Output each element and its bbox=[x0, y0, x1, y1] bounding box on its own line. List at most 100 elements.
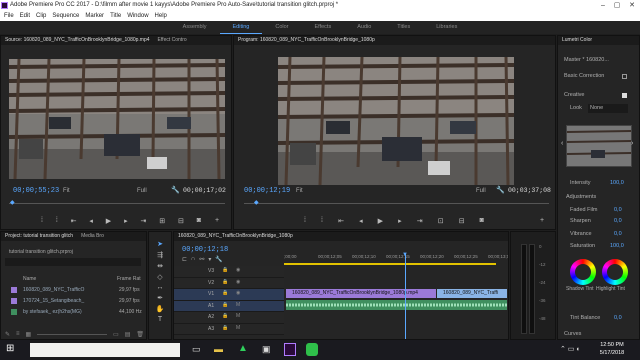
video-clip-2[interactable]: 160820_089_NYC_Traffi bbox=[437, 289, 507, 298]
pen-icon[interactable]: ✎ bbox=[5, 331, 10, 338]
lift-icon[interactable]: ⊡ bbox=[438, 217, 444, 225]
menu-item-sequence[interactable]: Sequence bbox=[52, 11, 79, 21]
program-monitor-tab[interactable]: Program: 160820_089_NYC_TrafficOnBrookly… bbox=[234, 36, 555, 45]
look-next-icon[interactable]: › bbox=[631, 140, 633, 147]
highlight-tint-wheel[interactable] bbox=[602, 259, 628, 285]
source-playhead-icon[interactable]: ◆ bbox=[10, 199, 15, 206]
start-icon[interactable]: ⊞ bbox=[6, 343, 14, 354]
pen-tool-icon[interactable]: ✒ bbox=[157, 294, 163, 302]
program-add-button-icon[interactable]: + bbox=[540, 217, 544, 224]
taskbar-time[interactable]: 12:50 PM bbox=[592, 342, 632, 348]
extract-icon[interactable]: ⊟ bbox=[459, 217, 465, 225]
video-clip-1[interactable]: 160820_089_NYC_TrafficOnBrooklynBridge_1… bbox=[286, 289, 436, 298]
source-fit-select[interactable]: Fit bbox=[63, 188, 70, 194]
program-fit-select[interactable]: Fit bbox=[296, 188, 303, 194]
media-icon[interactable]: ▣ bbox=[262, 344, 271, 355]
track-lock-icon[interactable]: 🔒 bbox=[222, 279, 228, 285]
project-item[interactable]: by stefsaek_ ez(h2hs(MG) 44,100 Hz bbox=[1, 307, 148, 318]
lumetri-master-select[interactable]: Master * 160820... bbox=[564, 56, 609, 65]
curves-section[interactable]: Curves bbox=[564, 331, 581, 337]
menu-item-window[interactable]: Window bbox=[127, 11, 148, 21]
track-lock-icon[interactable]: 🔒 bbox=[222, 267, 228, 273]
new-item-icon[interactable]: ▤ bbox=[125, 331, 131, 338]
taskbar-date[interactable]: 5/17/2018 bbox=[592, 350, 632, 356]
frame-forward-icon[interactable]: ▸ bbox=[124, 217, 128, 225]
menu-item-help[interactable]: Help bbox=[155, 11, 167, 21]
list-view-icon[interactable]: ≡ bbox=[16, 331, 20, 338]
file-explorer-icon[interactable]: ▬ bbox=[214, 344, 223, 354]
selection-tool-icon[interactable]: ➤ bbox=[157, 240, 163, 248]
premiere-taskbar-icon[interactable] bbox=[284, 343, 296, 356]
track-select-tool-icon[interactable]: ⇶ bbox=[157, 251, 163, 259]
basic-correction-section[interactable]: Basic Correction bbox=[564, 72, 604, 81]
sequence-tab[interactable]: 160820_089_NYC_TrafficOnBrooklynBridge_1… bbox=[174, 232, 508, 241]
saturation-value[interactable]: 100,0 bbox=[610, 243, 624, 249]
tint-balance-value[interactable]: 0,0 bbox=[614, 315, 622, 321]
overwrite-icon[interactable]: ⊟ bbox=[178, 217, 184, 225]
track-lock-icon[interactable]: 🔒 bbox=[222, 302, 228, 308]
project-search-input[interactable] bbox=[5, 258, 141, 266]
track-header-v2[interactable]: V2 🔒 ◉ bbox=[174, 277, 284, 289]
program-step-forward-icon[interactable]: ⇥ bbox=[417, 217, 423, 225]
program-playhead-icon[interactable]: ◆ bbox=[254, 199, 259, 206]
basic-correction-checkbox[interactable] bbox=[622, 74, 627, 79]
intensity-value[interactable]: 100,0 bbox=[610, 180, 624, 186]
taskbar-search-box[interactable] bbox=[30, 343, 180, 357]
track-header-v3[interactable]: V3 🔒 ◉ bbox=[174, 266, 284, 278]
mark-out-icon[interactable]: ⁞ bbox=[56, 217, 58, 225]
system-tray-icons[interactable]: ⌃ ▭ ◐ bbox=[560, 345, 581, 353]
program-step-back-icon[interactable]: ⇤ bbox=[338, 217, 344, 225]
project-item[interactable]: 170724_15_Setangibeach_ 29,97 fps bbox=[1, 296, 148, 307]
effect-controls-tab[interactable]: Effect Contro bbox=[158, 36, 187, 45]
app-icon[interactable]: ▲ bbox=[238, 343, 248, 354]
source-add-button-icon[interactable]: + bbox=[215, 217, 219, 224]
project-col-fps[interactable]: Frame Rat bbox=[117, 276, 141, 282]
type-tool-icon[interactable]: T bbox=[158, 316, 162, 323]
program-mark-in-icon[interactable]: ⁞ bbox=[304, 217, 306, 225]
workspace-tab-color[interactable]: Color bbox=[262, 21, 301, 34]
shadow-tint-wheel[interactable] bbox=[570, 259, 596, 285]
menu-item-marker[interactable]: Marker bbox=[85, 11, 104, 21]
source-monitor-tab[interactable]: Source: 160820_089_NYC_TrafficOnBrooklyn… bbox=[5, 36, 150, 45]
track-header-a2[interactable]: A2 🔒 M bbox=[174, 312, 284, 324]
line-app-icon[interactable] bbox=[306, 343, 318, 356]
program-play-icon[interactable]: ▶ bbox=[378, 217, 383, 225]
look-select[interactable]: None bbox=[588, 104, 628, 113]
timeline-playhead[interactable] bbox=[405, 254, 406, 339]
program-scrubber-track[interactable] bbox=[244, 203, 549, 204]
menu-item-file[interactable]: File bbox=[4, 11, 14, 21]
snap-icon[interactable]: ∩ bbox=[191, 256, 195, 263]
razor-tool-icon[interactable]: ◇ bbox=[157, 273, 162, 281]
workspace-tab-libraries[interactable]: Libraries bbox=[423, 21, 470, 34]
media-browser-tab[interactable]: Media Bro bbox=[81, 232, 104, 241]
program-frame-back-icon[interactable]: ◂ bbox=[359, 217, 363, 225]
timeline-timecode[interactable]: 00;00;12;18 bbox=[182, 246, 228, 254]
program-timecode[interactable]: 00;00;12;19 bbox=[244, 187, 290, 195]
track-mute-icon[interactable]: M bbox=[236, 302, 240, 308]
program-quality-select[interactable]: Full bbox=[476, 188, 486, 194]
task-view-icon[interactable]: ▭ bbox=[192, 344, 201, 355]
maximize-icon[interactable]: ▢ bbox=[610, 0, 624, 11]
vibrance-value[interactable]: 0,0 bbox=[614, 231, 622, 237]
source-quality-select[interactable]: Full bbox=[137, 188, 147, 194]
step-forward-icon[interactable]: ⇥ bbox=[140, 217, 146, 225]
work-area-bar[interactable] bbox=[284, 263, 496, 265]
mark-in-icon[interactable]: ⁞ bbox=[41, 217, 43, 225]
track-lock-icon[interactable]: 🔒 bbox=[222, 290, 228, 296]
audio-clip-a1[interactable] bbox=[286, 300, 507, 310]
linked-selection-icon[interactable]: ⚯ bbox=[199, 256, 204, 263]
camera-icon[interactable]: ◙ bbox=[197, 217, 201, 225]
track-lock-icon[interactable]: 🔒 bbox=[222, 325, 228, 331]
track-header-a1[interactable]: A1 🔒 M bbox=[174, 300, 284, 312]
sharpen-value[interactable]: 0,0 bbox=[614, 218, 622, 224]
hand-tool-icon[interactable]: ✋ bbox=[156, 305, 165, 313]
track-mute-icon[interactable]: M bbox=[236, 313, 240, 319]
track-header-v1[interactable]: V1 🔒 ◉ bbox=[174, 289, 284, 301]
trash-icon[interactable]: 🗑 bbox=[136, 331, 144, 338]
project-item[interactable]: 160820_089_NYC_TrafficO 29,97 fps bbox=[1, 285, 148, 296]
nest-icon[interactable]: ⊏ bbox=[182, 256, 187, 263]
workspace-tab-editing[interactable]: Editing bbox=[219, 21, 263, 34]
workspace-tab-effects[interactable]: Effects bbox=[302, 21, 345, 34]
program-camera-icon[interactable]: ◙ bbox=[480, 217, 484, 225]
adjustments-section[interactable]: Adjustments bbox=[566, 194, 596, 200]
